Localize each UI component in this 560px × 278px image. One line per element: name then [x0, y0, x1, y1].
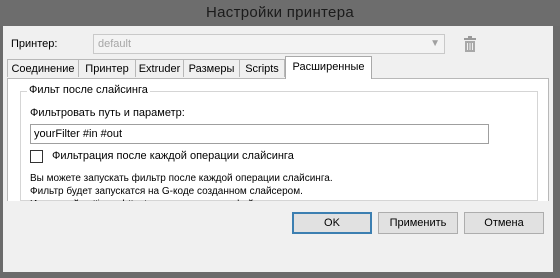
filter-each-slice-checkbox[interactable] [30, 150, 43, 163]
tab-dimensions[interactable]: Размеры [183, 59, 240, 77]
tab-scripts[interactable]: Scripts [239, 59, 285, 77]
post-slice-filter-group: Фильт после слайсинга Фильтровать путь и… [20, 84, 538, 210]
tab-connection[interactable]: Соединение [7, 59, 79, 77]
window-title: Настройки принтера [0, 0, 560, 26]
printer-select[interactable]: default ▼ [93, 34, 445, 54]
printer-row: Принтер: default ▼ [11, 34, 541, 56]
filter-path-input[interactable]: yourFilter #in #out [30, 124, 489, 144]
dialog-button-bar: OK Применить Отмена [3, 201, 553, 246]
cancel-button[interactable]: Отмена [464, 212, 544, 234]
chevron-down-icon[interactable]: ▼ [430, 35, 440, 53]
advanced-tab-panel: Фильт после слайсинга Фильтровать путь и… [7, 78, 549, 211]
info-line: Фильтр будет запускатся на G-коде создан… [30, 186, 303, 197]
tab-printer[interactable]: Принтер [78, 59, 136, 77]
printer-select-value: default [98, 38, 132, 50]
filter-each-slice-label[interactable]: Фильтрация после каждой операции слайсин… [52, 150, 294, 162]
filter-path-label: Фильтровать путь и параметр: [30, 107, 185, 119]
printer-settings-window: Настройки принтера Принтер: default ▼ Со… [0, 0, 560, 278]
group-title: Фильт после слайсинга [27, 84, 150, 96]
tab-extruder[interactable]: Extruder [135, 59, 184, 77]
ok-button[interactable]: OK [292, 212, 372, 234]
tab-advanced[interactable]: Расширенные [285, 56, 372, 79]
info-line: Вы можете запускать фильтр после каждой … [30, 173, 333, 184]
trash-icon[interactable] [463, 36, 477, 52]
apply-button[interactable]: Применить [378, 212, 458, 234]
printer-label: Принтер: [11, 38, 58, 50]
